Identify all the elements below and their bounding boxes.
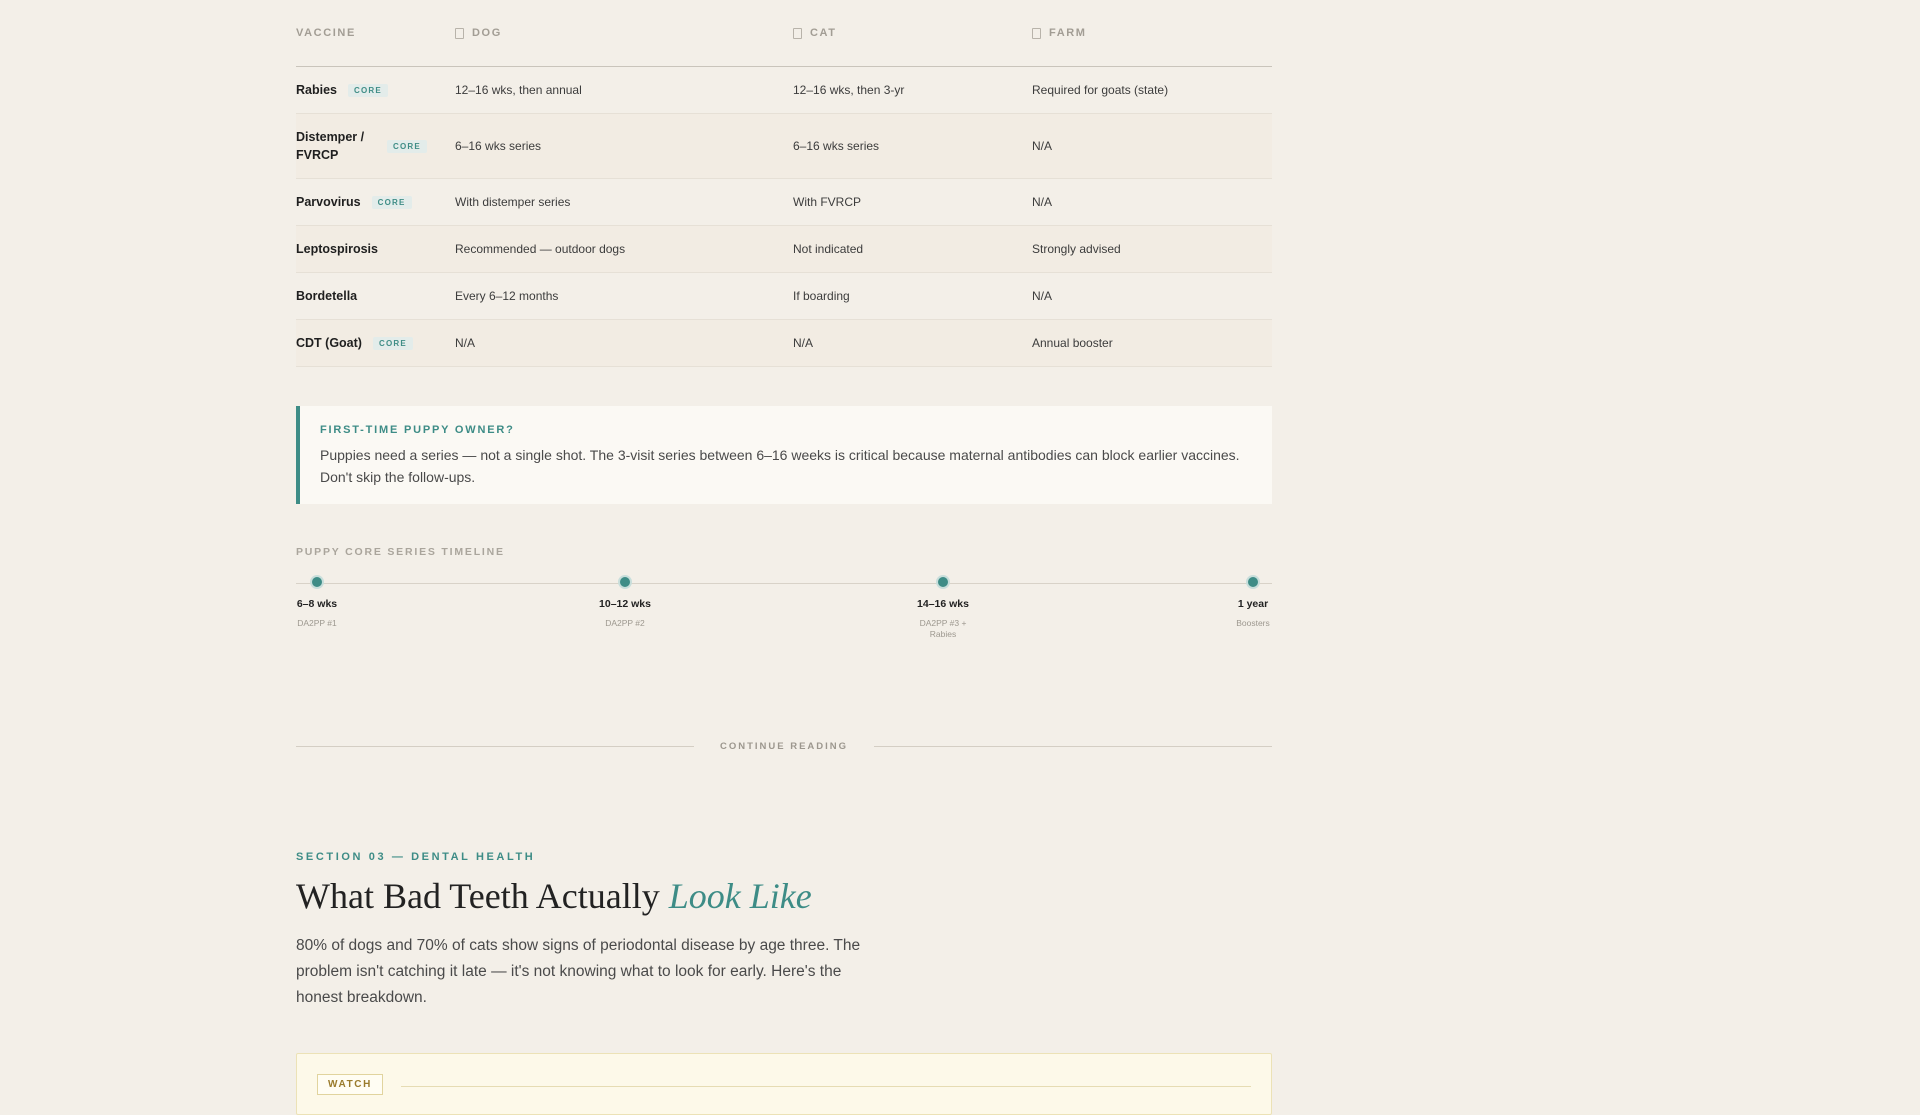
table-body: Rabies CORE 12–16 wks, then annual 12–16 … [296, 67, 1272, 367]
dog-cell: Every 6–12 months [455, 289, 559, 303]
timeline-track [296, 583, 1272, 584]
column-header-cat-label: CAT [810, 27, 837, 39]
vaccine-table: VACCINE DOG CAT FARM Rabies CORE 12–16 wk… [296, 0, 1272, 367]
cat-cell: N/A [793, 336, 814, 350]
callout-text: Puppies need a series — not a single sho… [320, 447, 1240, 485]
vaccine-name: Parvovirus [296, 195, 361, 209]
column-header-farm-label: FARM [1049, 27, 1087, 39]
dog-cell: Recommended — outdoor dogs [455, 242, 626, 256]
vaccine-name-cell: Leptospirosis [296, 240, 455, 258]
timeline-dot [618, 575, 632, 589]
farm-cell: Strongly advised [1032, 242, 1121, 256]
section-eyebrow: SECTION 03 — DENTAL HEALTH [296, 851, 536, 863]
timeline-label: PUPPY CORE SERIES TIMELINE [296, 546, 505, 558]
core-badge: CORE [348, 83, 388, 97]
content-column: VACCINE DOG CAT FARM Rabies CORE 12–16 wk… [296, 0, 1272, 1115]
table-row: Parvovirus CORE With distemper series Wit… [296, 179, 1272, 226]
timeline-step-desc: Boosters [1236, 618, 1270, 628]
dog-cell: 6–16 wks series [455, 139, 542, 153]
headline-accent: Look Like [668, 876, 812, 916]
dog-cell: 12–16 wks, then annual [455, 83, 582, 97]
vaccine-name: Bordetella [296, 289, 358, 303]
section-headline: What Bad Teeth Actually Look Like [296, 875, 1272, 917]
callout-title: FIRST-TIME PUPPY OWNER? [320, 424, 515, 436]
core-badge: CORE [371, 195, 412, 209]
watch-card: WATCH [296, 1053, 1272, 1115]
table-row: CDT (Goat) CORE N/A N/A Annual booster [296, 320, 1272, 367]
vaccine-name-cell: Parvovirus CORE [296, 193, 455, 211]
vaccine-name-cell: Bordetella [296, 287, 455, 305]
divider-line-right [874, 746, 1272, 747]
puppy-owner-callout: FIRST-TIME PUPPY OWNER? Puppies need a s… [296, 406, 1272, 504]
headline-plain: What Bad Teeth Actually [296, 876, 669, 916]
continue-reading-divider: CONTINUE READING [296, 741, 1272, 753]
timeline-step-desc: DA2PP #3 + Rabies [919, 618, 967, 639]
farm-cell: Annual booster [1032, 336, 1113, 350]
vaccine-name-cell: Distemper / FVRCP CORE [296, 128, 455, 164]
table-row: Rabies CORE 12–16 wks, then annual 12–16 … [296, 67, 1272, 114]
dog-cell: N/A [455, 336, 476, 350]
farm-icon [1032, 27, 1041, 39]
timeline-step-desc: DA2PP #2 [605, 618, 645, 628]
column-header-farm: FARM [1032, 27, 1272, 39]
timeline-step-time: 10–12 wks [599, 598, 651, 610]
table-header: VACCINE DOG CAT FARM [296, 0, 1272, 67]
timeline-step-time: 14–16 wks [917, 598, 969, 610]
puppy-series-timeline: 6–8 wks DA2PP #1 10–12 wks DA2PP #2 14–1… [296, 566, 1272, 654]
timeline-dot [936, 575, 950, 589]
cat-cell: 12–16 wks, then 3-yr [793, 83, 905, 97]
cat-cell: Not indicated [793, 242, 864, 256]
farm-cell: Required for goats (state) [1032, 83, 1169, 97]
core-badge: CORE [372, 336, 413, 350]
table-row: Distemper / FVRCP CORE 6–16 wks series 6–… [296, 114, 1272, 179]
cat-cell: If boarding [793, 289, 850, 303]
timeline-step: 10–12 wks DA2PP #2 [585, 575, 665, 629]
vaccine-name: Rabies [296, 83, 337, 97]
cat-cell: With FVRCP [793, 195, 862, 209]
vaccine-name-cell: Rabies CORE [296, 81, 455, 99]
cat-icon [793, 27, 802, 39]
column-header-dog: DOG [455, 27, 793, 39]
column-header-vaccine: VACCINE [296, 27, 356, 39]
timeline-step-time: 6–8 wks [296, 598, 338, 610]
table-row: Leptospirosis Recommended — outdoor dogs… [296, 226, 1272, 273]
farm-cell: N/A [1032, 195, 1053, 209]
cat-cell: 6–16 wks series [793, 139, 880, 153]
timeline-step: 6–8 wks DA2PP #1 [277, 575, 357, 629]
dog-cell: With distemper series [455, 195, 571, 209]
farm-cell: N/A [1032, 139, 1053, 153]
watch-card-rule [401, 1086, 1251, 1087]
core-badge: CORE [387, 139, 427, 153]
timeline-step-time: 1 year [1237, 598, 1269, 610]
timeline-step: 14–16 wks DA2PP #3 + Rabies [903, 575, 983, 640]
section-lede: 80% of dogs and 70% of cats show signs o… [296, 937, 861, 1006]
watch-badge: WATCH [317, 1074, 383, 1095]
vaccine-name: CDT (Goat) [296, 336, 362, 350]
vaccine-name-cell: CDT (Goat) CORE [296, 334, 455, 352]
vaccine-name: Leptospirosis [296, 242, 378, 256]
column-header-dog-label: DOG [472, 27, 502, 39]
timeline-step-desc: DA2PP #1 [297, 618, 337, 628]
vaccine-name: Distemper / FVRCP [296, 130, 365, 162]
timeline-dot [1246, 575, 1260, 589]
timeline-step: 1 year Boosters [1213, 575, 1293, 629]
farm-cell: N/A [1032, 289, 1053, 303]
dog-icon [455, 27, 464, 39]
timeline-dot [310, 575, 324, 589]
table-row: Bordetella Every 6–12 months If boarding… [296, 273, 1272, 320]
column-header-cat: CAT [793, 27, 1032, 39]
